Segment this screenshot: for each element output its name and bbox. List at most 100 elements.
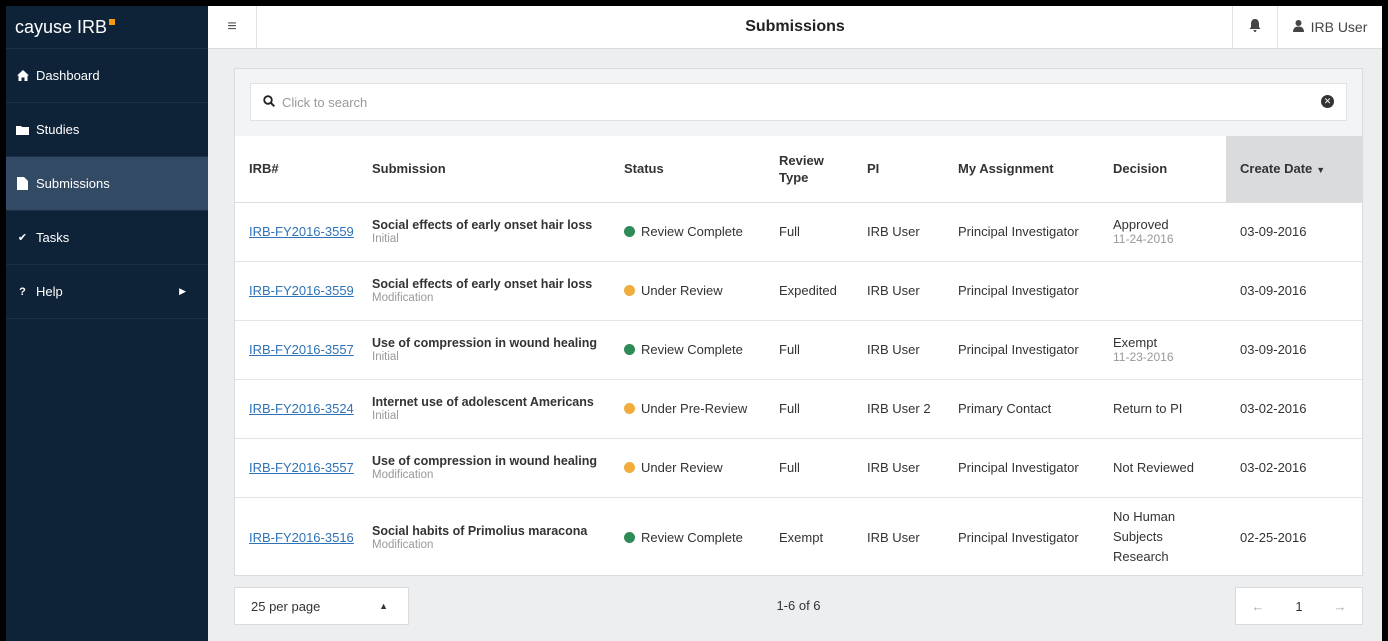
next-page-icon[interactable]: → [1334, 599, 1347, 614]
submission-type: Modification [372, 538, 434, 551]
decision-cell: Exempt 11-23-2016 [1113, 320, 1226, 380]
decision-text: Exempt [1113, 335, 1158, 350]
submissions-panel: ✕ IRB# Submission Status Review Type PI … [234, 68, 1363, 576]
irb-cell: IRB-FY2016-3559 [235, 261, 372, 321]
column-header-status[interactable]: Status [624, 136, 779, 203]
brand-name: cayuse IRB [15, 16, 108, 37]
decision-text: No Human Subjects Research [1113, 509, 1176, 565]
column-header-assignment[interactable]: My Assignment [958, 136, 1113, 203]
search-icon [263, 94, 276, 110]
submission-type: Initial [372, 410, 399, 422]
status-cell: Under Pre-Review [624, 379, 779, 439]
submission-type: Modification [372, 469, 434, 481]
pi-cell: IRB User [867, 438, 958, 498]
menu-toggle-button[interactable]: ≡ [208, 6, 257, 48]
sidebar-item-submissions[interactable]: Submissions [6, 157, 208, 211]
irb-link[interactable]: IRB-FY2016-3557 [249, 342, 354, 357]
pi-cell: IRB User [867, 320, 958, 380]
review-type-cell: Full [779, 379, 867, 439]
clear-search-icon[interactable]: ✕ [1321, 95, 1334, 108]
status-cell: Review Complete [624, 497, 779, 577]
column-header-irb[interactable]: IRB# [235, 136, 372, 203]
table-row[interactable]: IRB-FY2016-3557 Use of compression in wou… [235, 438, 1362, 498]
sidebar-item-studies[interactable]: Studies [6, 103, 208, 157]
home-icon [16, 70, 29, 81]
top-bar: ≡ Submissions IRB User [208, 6, 1382, 49]
table-row[interactable]: IRB-FY2016-3559 Social effects of early o… [235, 261, 1362, 321]
submission-cell: Use of compression in wound healing Initi… [372, 320, 624, 380]
irb-cell: IRB-FY2016-3557 [235, 438, 372, 498]
prev-page-icon[interactable]: ← [1251, 599, 1264, 614]
column-header-create-date[interactable]: Create Date ▼ [1226, 136, 1362, 203]
user-icon [1292, 19, 1304, 35]
decision-cell: No Human Subjects Research [1113, 497, 1226, 577]
page-number[interactable]: 1 [1295, 599, 1302, 614]
submission-cell: Internet use of adolescent Americans Init… [372, 379, 624, 439]
table-row[interactable]: IRB-FY2016-3516 Social habits of Primoliu… [235, 497, 1362, 577]
status-dot-icon [624, 403, 635, 414]
bell-icon [1249, 19, 1261, 35]
decision-date: 11-24-2016 [1113, 232, 1174, 246]
review-type-cell: Expedited [779, 261, 867, 321]
irb-link[interactable]: IRB-FY2016-3516 [249, 530, 354, 545]
status-cell: Review Complete [624, 320, 779, 380]
assignment-cell: Principal Investigator [958, 202, 1113, 262]
review-type-cell: Full [779, 202, 867, 262]
question-icon: ? [19, 285, 26, 298]
hamburger-icon: ≡ [227, 18, 237, 35]
submission-title: Internet use of adolescent Americans [372, 395, 594, 409]
column-header-label: Create Date [1240, 161, 1313, 177]
irb-link[interactable]: IRB-FY2016-3524 [249, 401, 354, 416]
assignment-cell: Principal Investigator [958, 320, 1113, 380]
notifications-button[interactable] [1232, 6, 1278, 48]
per-page-select[interactable]: 25 per page ▲ [234, 587, 409, 625]
table-row[interactable]: IRB-FY2016-3524 Internet use of adolescen… [235, 379, 1362, 439]
brand-logo[interactable]: cayuse IRB [6, 6, 208, 49]
status-text: Review Complete [641, 529, 743, 545]
sidebar-item-label: Studies [36, 122, 80, 137]
search-box[interactable]: ✕ [250, 83, 1347, 121]
status-dot-icon [624, 531, 635, 543]
file-icon [16, 177, 29, 190]
submission-title: Social habits of Primolius maracona [372, 523, 588, 538]
user-menu[interactable]: IRB User [1278, 6, 1382, 48]
decision-date: 11-23-2016 [1113, 350, 1174, 364]
check-icon: ✔ [17, 232, 28, 244]
search-bar: ✕ [235, 69, 1362, 136]
decision-text: Approved [1113, 217, 1169, 232]
irb-link[interactable]: IRB-FY2016-3557 [249, 460, 354, 475]
table-footer: 25 per page ▲ 1-6 of 6 ← 1 → [234, 587, 1363, 627]
submission-title: Use of compression in wound healing [372, 336, 598, 350]
column-header-label: Review Type [779, 152, 824, 185]
decision-cell [1113, 261, 1226, 321]
sidebar: cayuse IRB Dashboard Studies Submissions… [6, 6, 208, 641]
column-header-decision[interactable]: Decision [1113, 136, 1226, 203]
decision-cell: Return to PI [1113, 379, 1226, 439]
column-header-pi[interactable]: PI [867, 136, 958, 203]
sidebar-item-tasks[interactable]: ✔ Tasks [6, 211, 208, 265]
table-row[interactable]: IRB-FY2016-3557 Use of compression in wou… [235, 320, 1362, 380]
user-name: IRB User [1310, 19, 1368, 35]
page-title: Submissions [745, 18, 845, 35]
status-dot-icon [624, 344, 635, 355]
irb-link[interactable]: IRB-FY2016-3559 [249, 224, 354, 239]
table-row[interactable]: IRB-FY2016-3559 Social effects of early o… [235, 202, 1362, 262]
sort-desc-icon: ▼ [1316, 165, 1326, 176]
create-date-cell: 03-09-2016 [1226, 202, 1362, 262]
column-header-review-type[interactable]: Review Type [779, 136, 867, 203]
submission-cell: Social effects of early onset hair loss I… [372, 202, 624, 262]
status-cell: Under Review [624, 438, 779, 498]
irb-link[interactable]: IRB-FY2016-3559 [249, 283, 354, 298]
assignment-cell: Principal Investigator [958, 438, 1113, 498]
column-header-submission[interactable]: Submission [372, 136, 624, 203]
status-text: Under Review [641, 283, 723, 298]
irb-cell: IRB-FY2016-3516 [235, 497, 372, 577]
sidebar-item-dashboard[interactable]: Dashboard [6, 49, 208, 103]
sidebar-item-help[interactable]: ? Help ▶ [6, 265, 208, 319]
submissions-table: IRB# Submission Status Review Type PI My… [235, 136, 1362, 577]
submission-type: Modification [372, 292, 434, 304]
search-input[interactable] [282, 94, 1182, 110]
pi-cell: IRB User [867, 261, 958, 321]
submission-title: Use of compression in wound healing [372, 454, 598, 468]
assignment-cell: Principal Investigator [958, 529, 1079, 545]
